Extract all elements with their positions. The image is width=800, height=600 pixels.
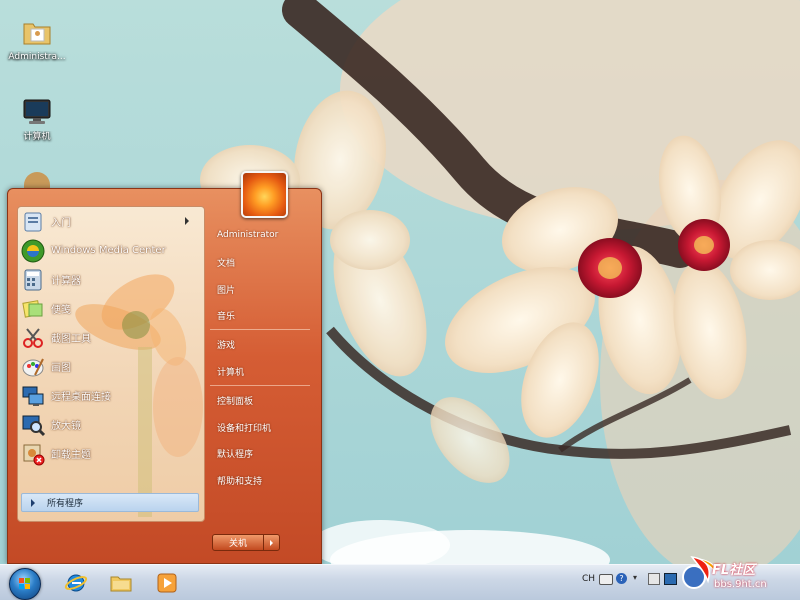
program-label: 放大镜 bbox=[51, 421, 81, 432]
program-label: Windows Media Center bbox=[51, 245, 166, 256]
paint-icon bbox=[21, 355, 45, 379]
snipping-tool-icon bbox=[21, 326, 45, 350]
remote-desktop-icon bbox=[21, 384, 45, 408]
start-button[interactable] bbox=[9, 568, 41, 600]
computer-icon bbox=[21, 96, 53, 128]
program-item-magnifier[interactable]: 放大镜 bbox=[21, 411, 199, 438]
sticky-notes-icon bbox=[21, 297, 45, 321]
program-label: 便笺 bbox=[51, 305, 71, 316]
start-menu: 入门 Windows Media Center 计算器 便笺 截图工具 画图 远… bbox=[7, 188, 322, 564]
file-explorer-icon bbox=[110, 576, 132, 592]
keyboard-icon[interactable] bbox=[599, 574, 613, 585]
flag-icon[interactable] bbox=[648, 573, 660, 585]
taskbar-media-player-button[interactable] bbox=[147, 568, 187, 598]
user-name-link[interactable]: Administrator bbox=[217, 230, 278, 240]
program-label: 入门 bbox=[51, 218, 71, 229]
calculator-icon bbox=[21, 268, 45, 292]
program-label: 截图工具 bbox=[51, 334, 91, 345]
desktop-icon-user-folder[interactable]: Administra... bbox=[1, 16, 73, 63]
shutdown-label: 关机 bbox=[228, 539, 247, 549]
media-player-icon bbox=[157, 573, 177, 593]
program-item-media-center[interactable]: Windows Media Center bbox=[21, 237, 199, 264]
desktop: Administra... 计算机 入门 Windows Media Cente… bbox=[0, 0, 800, 600]
right-item-computer[interactable]: 计算机 bbox=[217, 365, 244, 378]
desktop-icon-partial[interactable] bbox=[22, 172, 52, 188]
language-indicator[interactable]: CH bbox=[582, 574, 595, 584]
program-label: 远程桌面连接 bbox=[51, 392, 111, 403]
right-item-pictures[interactable]: 图片 bbox=[217, 283, 235, 296]
watermark-url: bbs.9ht.cn bbox=[714, 579, 767, 590]
uninstall-theme-icon bbox=[21, 442, 45, 466]
right-item-games[interactable]: 游戏 bbox=[217, 338, 235, 351]
all-programs-arrow-icon bbox=[31, 498, 35, 507]
program-item-getting-started[interactable]: 入门 bbox=[21, 208, 199, 235]
menu-separator bbox=[210, 329, 310, 330]
shutdown-button[interactable]: 关机 bbox=[212, 534, 264, 551]
all-programs-button[interactable]: 所有程序 bbox=[21, 493, 199, 512]
media-center-icon bbox=[21, 239, 45, 263]
windows-logo-icon bbox=[19, 578, 30, 589]
right-item-music[interactable]: 音乐 bbox=[217, 309, 235, 322]
internet-explorer-icon bbox=[64, 574, 88, 592]
taskbar-explorer-button[interactable] bbox=[101, 568, 141, 598]
program-item-calculator[interactable]: 计算器 bbox=[21, 266, 199, 293]
shutdown-options-button[interactable] bbox=[263, 534, 280, 551]
help-icon[interactable]: ? bbox=[616, 573, 627, 584]
right-item-default-programs[interactable]: 默认程序 bbox=[217, 447, 253, 460]
chevron-right-icon bbox=[270, 539, 273, 546]
desktop-icon-computer[interactable]: 计算机 bbox=[1, 96, 73, 143]
desktop-icon-label: 计算机 bbox=[23, 132, 51, 142]
getting-started-icon bbox=[21, 210, 45, 234]
right-item-documents[interactable]: 文档 bbox=[217, 256, 235, 269]
program-label: 计算器 bbox=[51, 276, 81, 287]
taskbar-ie-button[interactable] bbox=[56, 568, 96, 598]
program-item-remote-desktop[interactable]: 远程桌面连接 bbox=[21, 382, 199, 409]
program-label: 画图 bbox=[51, 363, 71, 374]
tray-expand-icon[interactable]: ▾ bbox=[633, 573, 637, 582]
magnifier-icon bbox=[21, 413, 46, 437]
partial-icon bbox=[24, 172, 50, 188]
program-item-sticky-notes[interactable]: 便笺 bbox=[21, 295, 199, 322]
program-item-snipping-tool[interactable]: 截图工具 bbox=[21, 324, 199, 351]
user-folder-icon bbox=[21, 16, 53, 48]
pinned-programs-list: 入门 Windows Media Center 计算器 便笺 截图工具 画图 远… bbox=[17, 206, 203, 516]
program-label: 卸载主题 bbox=[51, 450, 91, 461]
right-item-devices-printers[interactable]: 设备和打印机 bbox=[217, 421, 271, 434]
right-item-help-support[interactable]: 帮助和支持 bbox=[217, 474, 262, 487]
network-icon[interactable] bbox=[664, 573, 677, 585]
desktop-icon-label: Administra... bbox=[8, 52, 66, 62]
submenu-arrow-icon[interactable] bbox=[185, 217, 189, 225]
program-item-paint[interactable]: 画图 bbox=[21, 353, 199, 380]
watermark-brand: FL社区 bbox=[712, 563, 756, 578]
right-item-control-panel[interactable]: 控制面板 bbox=[217, 394, 253, 407]
user-picture[interactable] bbox=[241, 171, 288, 218]
menu-separator bbox=[210, 385, 310, 386]
program-item-uninstall-theme[interactable]: 卸载主题 bbox=[21, 440, 199, 467]
all-programs-label: 所有程序 bbox=[47, 499, 84, 509]
site-watermark: FL社区 bbs.9ht.cn bbox=[678, 547, 798, 597]
